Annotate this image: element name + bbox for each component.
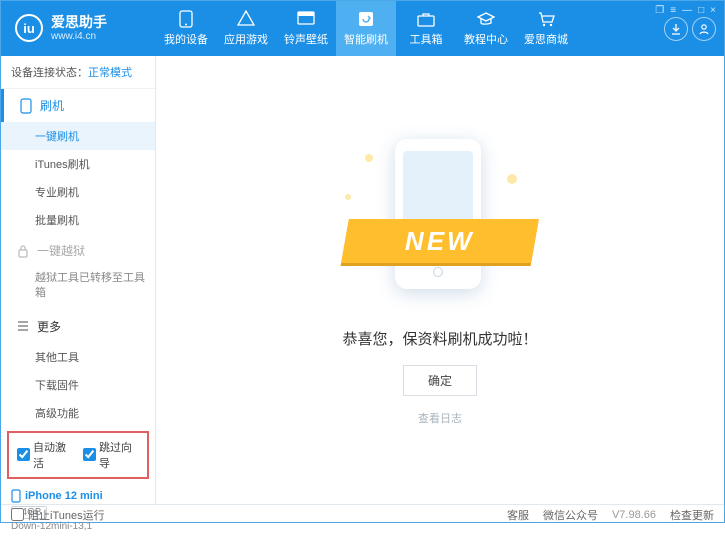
spark-icon	[345, 194, 351, 200]
sidebar-item-itunes-flash[interactable]: iTunes刷机	[1, 150, 155, 178]
lock-icon	[15, 244, 31, 258]
app-subtitle: www.i4.cn	[51, 31, 107, 43]
flash-icon	[356, 10, 376, 28]
phone-icon	[176, 10, 196, 28]
spark-icon	[507, 174, 517, 184]
sidebar-item-download-fw[interactable]: 下载固件	[1, 371, 155, 399]
main-nav: 我的设备 应用游戏 铃声壁纸 智能刷机 工具箱 教程中心 爱思商城	[156, 1, 664, 56]
win-min-btn[interactable]: —	[682, 5, 692, 16]
ribbon-text: NEW	[405, 226, 475, 257]
new-ribbon: NEW	[341, 219, 539, 263]
titlebar: iu 爱思助手 www.i4.cn 我的设备 应用游戏 铃声壁纸 智能刷机 工具…	[1, 1, 724, 56]
auto-activate-input[interactable]	[17, 448, 30, 461]
checkbox-auto-activate[interactable]: 自动激活	[17, 439, 73, 471]
block-itunes-input[interactable]	[11, 508, 24, 521]
download-button[interactable]	[664, 17, 688, 41]
checkbox-block-itunes[interactable]: 阻止iTunes运行	[11, 507, 105, 523]
nav-label: 智能刷机	[344, 31, 388, 47]
apps-icon	[236, 10, 256, 28]
graduation-icon	[476, 10, 496, 28]
nav-label: 我的设备	[164, 31, 208, 47]
flash-options: 自动激活 跳过向导	[7, 431, 149, 479]
spark-icon	[365, 154, 373, 162]
footer-check-update[interactable]: 检查更新	[670, 507, 714, 523]
conn-label: 设备连接状态：	[11, 67, 88, 79]
nav-toolbox[interactable]: 工具箱	[396, 1, 456, 56]
nav-store[interactable]: 爱思商城	[516, 1, 576, 56]
success-illustration: NEW	[335, 134, 545, 304]
user-button[interactable]	[692, 17, 716, 41]
device-name-text: iPhone 12 mini	[25, 490, 103, 502]
checkbox-label: 阻止iTunes运行	[28, 507, 105, 523]
section-title: 更多	[37, 318, 61, 335]
checkbox-label: 跳过向导	[99, 439, 139, 471]
section-flash[interactable]: 刷机	[1, 89, 155, 122]
nav-label: 工具箱	[410, 31, 443, 47]
conn-mode: 正常模式	[88, 67, 132, 79]
footer-wechat[interactable]: 微信公众号	[543, 507, 598, 523]
nav-smart-flash[interactable]: 智能刷机	[336, 1, 396, 56]
section-jailbreak[interactable]: 一键越狱	[1, 234, 155, 267]
app-logo-icon: iu	[15, 14, 43, 42]
nav-label: 应用游戏	[224, 31, 268, 47]
device-name: iPhone 12 mini	[11, 489, 145, 503]
sidebar-item-pro-flash[interactable]: 专业刷机	[1, 178, 155, 206]
win-max-btn[interactable]: □	[698, 5, 704, 16]
sidebar: 设备连接状态：正常模式 刷机 一键刷机 iTunes刷机 专业刷机 批量刷机 一…	[1, 56, 156, 504]
menu-icon	[15, 320, 31, 332]
titlebar-right	[664, 17, 724, 41]
nav-tutorials[interactable]: 教程中心	[456, 1, 516, 56]
cart-icon	[536, 10, 556, 28]
toolbox-icon	[416, 10, 436, 28]
skip-guide-input[interactable]	[83, 448, 96, 461]
phone-illustration	[395, 139, 481, 289]
sidebar-item-oneclick[interactable]: 一键刷机	[1, 122, 155, 150]
nav-my-device[interactable]: 我的设备	[156, 1, 216, 56]
nav-label: 教程中心	[464, 31, 508, 47]
checkbox-label: 自动激活	[33, 439, 73, 471]
connection-status: 设备连接状态：正常模式	[1, 56, 155, 89]
footer-service[interactable]: 客服	[507, 507, 529, 523]
win-skin-btn[interactable]: ❐	[655, 5, 664, 16]
footer-version: V7.98.66	[612, 509, 656, 521]
home-button-icon	[433, 267, 443, 277]
success-message: 恭喜您，保资料刷机成功啦！	[342, 328, 537, 349]
app-title: 爱思助手	[51, 14, 107, 31]
win-close-btn[interactable]: ×	[710, 5, 716, 16]
nav-label: 铃声壁纸	[284, 31, 328, 47]
wallpaper-icon	[296, 10, 316, 28]
window-small-controls: ❐ ≡ — □ ×	[655, 5, 716, 17]
confirm-button[interactable]: 确定	[403, 365, 477, 396]
nav-ringtones[interactable]: 铃声壁纸	[276, 1, 336, 56]
view-log-link[interactable]: 查看日志	[418, 410, 462, 426]
section-title: 一键越狱	[37, 242, 85, 259]
device-icon	[11, 489, 21, 503]
brand: iu 爱思助手 www.i4.cn	[1, 14, 156, 43]
main-panel: NEW 恭喜您，保资料刷机成功啦！ 确定 查看日志	[156, 56, 724, 504]
checkbox-skip-guide[interactable]: 跳过向导	[83, 439, 139, 471]
nav-apps[interactable]: 应用游戏	[216, 1, 276, 56]
phone-outline-icon	[18, 98, 34, 114]
sidebar-item-other-tools[interactable]: 其他工具	[1, 343, 155, 371]
sidebar-item-batch-flash[interactable]: 批量刷机	[1, 206, 155, 234]
section-title: 刷机	[40, 97, 64, 114]
section-more[interactable]: 更多	[1, 310, 155, 343]
sidebar-item-advanced[interactable]: 高级功能	[1, 399, 155, 427]
jailbreak-note: 越狱工具已转移至工具箱	[1, 267, 155, 310]
win-menu-btn[interactable]: ≡	[670, 5, 676, 16]
nav-label: 爱思商城	[524, 31, 568, 47]
